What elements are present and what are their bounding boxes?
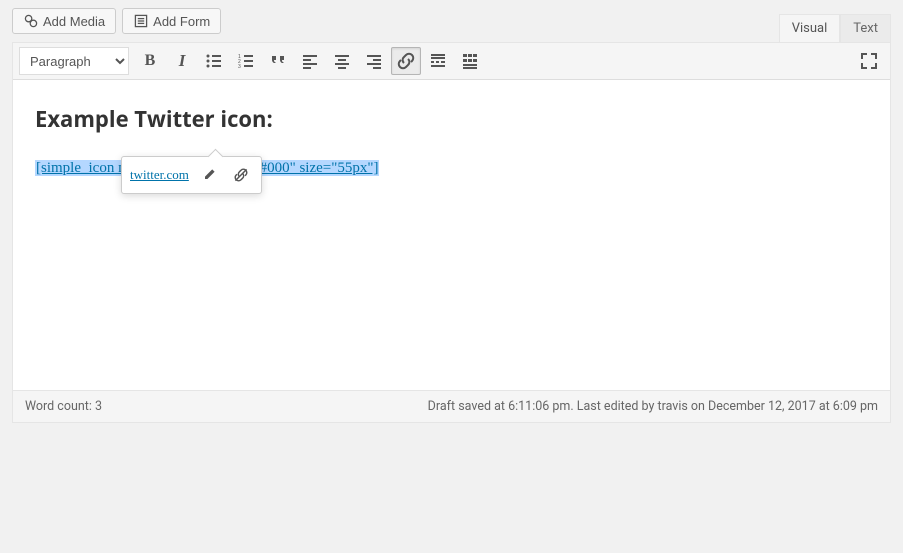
align-left-icon xyxy=(300,51,320,71)
link-button[interactable] xyxy=(391,47,421,75)
media-icon xyxy=(23,13,39,29)
editor-content-area[interactable]: Example Twitter icon: [simple_icon name=… xyxy=(13,80,890,390)
align-right-button[interactable] xyxy=(359,47,389,75)
read-more-button[interactable] xyxy=(423,47,453,75)
save-info: Draft saved at 6:11:06 pm. Last edited b… xyxy=(428,399,878,414)
link-popover: twitter.com xyxy=(121,156,262,194)
bold-button[interactable]: B xyxy=(135,47,165,75)
fullscreen-icon xyxy=(859,51,879,71)
tab-visual[interactable]: Visual xyxy=(779,14,841,42)
toolbar-toggle-icon xyxy=(460,51,480,71)
bullet-list-icon xyxy=(204,51,224,71)
unlink-icon xyxy=(233,167,249,183)
link-icon xyxy=(396,51,416,71)
numbered-list-icon: 123 xyxy=(236,51,256,71)
add-form-button[interactable]: Add Form xyxy=(122,8,221,34)
align-right-icon xyxy=(364,51,384,71)
fullscreen-button[interactable] xyxy=(854,47,884,75)
edit-link-button[interactable] xyxy=(197,163,221,187)
svg-text:3: 3 xyxy=(238,64,241,70)
pencil-icon xyxy=(201,167,217,183)
add-media-button[interactable]: Add Media xyxy=(12,8,116,34)
toolbar: Paragraph B I 123 xyxy=(13,43,890,80)
italic-button[interactable]: I xyxy=(167,47,197,75)
align-left-button[interactable] xyxy=(295,47,325,75)
toolbar-toggle-button[interactable] xyxy=(455,47,485,75)
read-more-icon xyxy=(428,51,448,71)
blockquote-button[interactable] xyxy=(263,47,293,75)
align-center-icon xyxy=(332,51,352,71)
status-bar: Word count: 3 Draft saved at 6:11:06 pm.… xyxy=(13,390,890,422)
content-heading: Example Twitter icon: xyxy=(35,104,868,134)
align-center-button[interactable] xyxy=(327,47,357,75)
form-icon xyxy=(133,13,149,29)
add-form-label: Add Form xyxy=(153,14,210,29)
link-popover-url[interactable]: twitter.com xyxy=(130,167,189,183)
tab-text[interactable]: Text xyxy=(840,14,891,42)
remove-link-button[interactable] xyxy=(229,163,253,187)
quote-icon xyxy=(268,51,288,71)
format-select[interactable]: Paragraph xyxy=(19,47,129,75)
editor-container: Paragraph B I 123 xyxy=(12,42,891,423)
numbered-list-button[interactable]: 123 xyxy=(231,47,261,75)
add-media-label: Add Media xyxy=(43,14,105,29)
word-count: Word count: 3 xyxy=(25,399,102,414)
bullet-list-button[interactable] xyxy=(199,47,229,75)
